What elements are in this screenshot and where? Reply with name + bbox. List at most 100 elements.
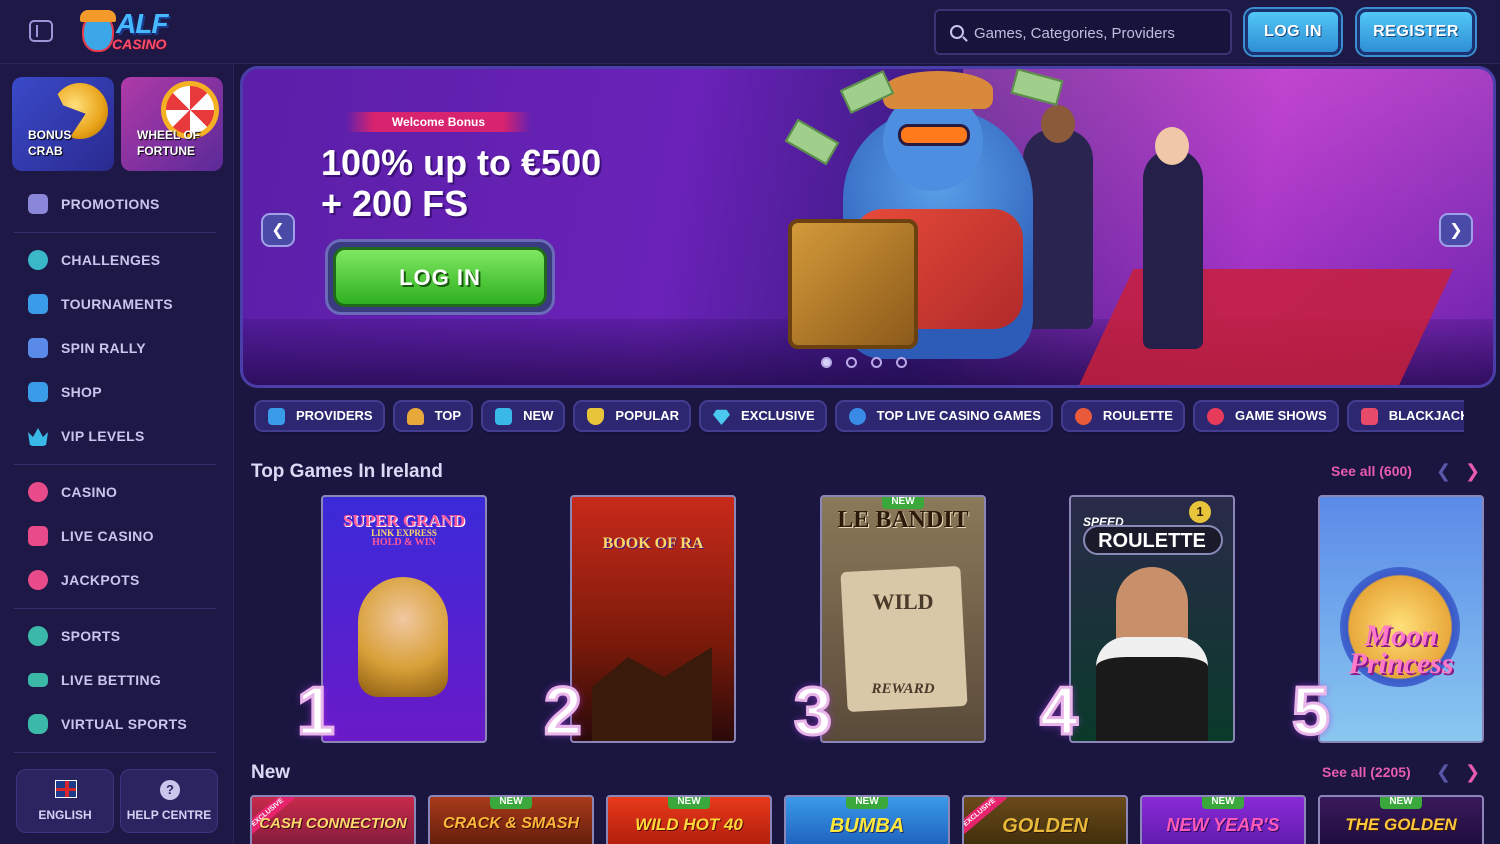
- game-title: BUMBA: [829, 815, 905, 837]
- help-centre-button[interactable]: ? HELP CENTRE: [120, 769, 218, 833]
- game-card[interactable]: SPEED 1 ROULETTE: [1069, 495, 1235, 743]
- sidebar-item-live-betting[interactable]: LIVE BETTING: [28, 668, 218, 692]
- sidebar-item-challenges[interactable]: CHALLENGES: [28, 248, 218, 272]
- game-card[interactable]: NEW WILD HOT 40: [606, 795, 772, 844]
- roulette-icon: [1074, 408, 1092, 425]
- sidebar-item-vip-levels[interactable]: VIP LEVELS: [28, 424, 218, 448]
- wheel-of-fortune-tile[interactable]: WHEEL OF FORTUNE: [121, 77, 223, 171]
- game-card[interactable]: EXCLUSIVE GOLDEN: [962, 795, 1128, 844]
- category-popular[interactable]: POPULAR: [573, 400, 691, 432]
- agent-head: [1041, 105, 1075, 143]
- game-title: LE BANDIT: [837, 507, 969, 533]
- divider: [14, 464, 216, 465]
- banner-prev-arrow-icon[interactable]: ❮: [261, 213, 295, 247]
- game-card[interactable]: Moon Princess: [1318, 495, 1484, 743]
- new-badge: NEW: [1380, 797, 1422, 809]
- top-bar: ALF CASINO LOG IN REGISTER: [0, 0, 1500, 64]
- rank-number: 5: [1291, 672, 1332, 751]
- category-label: EXCLUSIVE: [740, 408, 815, 423]
- top-games-prev-arrow-icon[interactable]: ❮: [1436, 461, 1451, 482]
- sidebar-item-spin-rally[interactable]: SPIN RALLY: [28, 336, 218, 360]
- agent-figure: [1023, 129, 1093, 329]
- character-image: [358, 577, 448, 697]
- flag-icon: [28, 338, 48, 358]
- game-card[interactable]: EXCLUSIVE CASH CONNECTION: [250, 795, 416, 844]
- see-all-new-link[interactable]: See all (2205): [1322, 764, 1411, 780]
- game-card[interactable]: NEW THE GOLDEN: [1318, 795, 1484, 844]
- category-providers[interactable]: PROVIDERS: [254, 400, 385, 432]
- diamond-icon: [712, 409, 730, 425]
- game-title: WILD HOT 40: [635, 815, 743, 834]
- game-title: THE GOLDEN: [1345, 815, 1457, 834]
- language-button[interactable]: ENGLISH: [16, 769, 114, 833]
- sidebar-item-label: SPORTS: [61, 628, 121, 644]
- sidebar: BONUS CRAB WHEEL OF FORTUNE PROMOTIONS CHA…: [0, 64, 234, 844]
- category-new[interactable]: NEW: [481, 400, 566, 432]
- headline-line-2: + 200 FS: [321, 183, 469, 224]
- agent-figure: [1143, 149, 1203, 349]
- carousel-dots: [821, 353, 921, 372]
- game-title: GOLDEN: [1002, 815, 1088, 837]
- logo[interactable]: ALF CASINO: [80, 8, 175, 56]
- sidebar-item-live-casino[interactable]: LIVE CASINO: [28, 524, 218, 548]
- category-label: TOP: [434, 408, 462, 423]
- banner-login-button[interactable]: LOG IN: [325, 239, 555, 315]
- gamepad-icon: [28, 714, 48, 734]
- sidebar-item-label: VIP LEVELS: [61, 428, 145, 444]
- search-box[interactable]: [934, 9, 1232, 55]
- register-button[interactable]: REGISTER: [1357, 9, 1475, 55]
- sidebar-item-tournaments[interactable]: TOURNAMENTS: [28, 292, 218, 316]
- agent-head: [1155, 127, 1189, 165]
- category-label: GAME SHOWS: [1234, 408, 1327, 423]
- game-card[interactable]: NEW LE BANDIT WILD REWARD: [820, 495, 986, 743]
- sidebar-item-sports[interactable]: SPORTS: [28, 624, 218, 648]
- sidebar-item-label: PROMOTIONS: [61, 196, 160, 212]
- game-card[interactable]: BOOK OF RA: [570, 495, 736, 743]
- crown-icon: [28, 428, 48, 446]
- sidebar-item-virtual-sports[interactable]: VIRTUAL SPORTS: [28, 712, 218, 736]
- category-exclusive[interactable]: EXCLUSIVE: [698, 400, 827, 432]
- game-card[interactable]: NEW CRACK & SMASH: [428, 795, 594, 844]
- sidebar-item-label: JACKPOTS: [61, 572, 140, 588]
- game-title: NEW YEAR'S: [1166, 815, 1280, 835]
- suitcase-image: [788, 219, 918, 349]
- banner-login-label: LOG IN: [333, 247, 547, 307]
- sidebar-item-jackpots[interactable]: JACKPOTS: [28, 568, 218, 592]
- new-games-prev-arrow-icon[interactable]: ❮: [1436, 762, 1451, 783]
- carousel-dot[interactable]: [896, 357, 907, 368]
- welcome-bonus-tag: Welcome Bonus: [346, 112, 531, 132]
- banknote-image: [784, 118, 840, 166]
- new-games-next-arrow-icon[interactable]: ❯: [1465, 762, 1480, 783]
- category-top-live-casino[interactable]: TOP LIVE CASINO GAMES: [834, 400, 1053, 432]
- divider: [14, 752, 216, 753]
- game-card[interactable]: NEW BUMBA: [784, 795, 950, 844]
- sidebar-item-shop[interactable]: SHOP: [28, 380, 218, 404]
- game-card[interactable]: SUPER GRAND LINK EXPRESS HOLD & WIN: [321, 495, 487, 743]
- carousel-dot[interactable]: [846, 357, 857, 368]
- sidebar-item-promotions[interactable]: PROMOTIONS: [28, 192, 218, 216]
- top-games-next-arrow-icon[interactable]: ❯: [1465, 461, 1480, 482]
- hero-banner[interactable]: Welcome Bonus 100% up to €500 + 200 FS L…: [240, 66, 1496, 388]
- carousel-dot[interactable]: [821, 357, 832, 368]
- banner-headline: 100% up to €500 + 200 FS: [321, 142, 601, 224]
- bonus-crab-tile[interactable]: BONUS CRAB: [12, 77, 114, 171]
- search-input[interactable]: [974, 21, 1224, 45]
- category-roulette[interactable]: ROULETTE: [1060, 400, 1185, 432]
- see-all-top-games-link[interactable]: See all (600): [1331, 463, 1412, 479]
- sidebar-toggle-icon[interactable]: [29, 20, 53, 42]
- headline-line-1: 100% up to €500: [321, 142, 602, 183]
- login-button[interactable]: LOG IN: [1245, 9, 1341, 55]
- category-blackjack[interactable]: BLACKJACK: [1346, 400, 1464, 432]
- divider: [14, 608, 216, 609]
- category-top[interactable]: TOP: [392, 400, 474, 432]
- category-game-shows[interactable]: GAME SHOWS: [1192, 400, 1339, 432]
- section-title-top-games: Top Games In Ireland: [251, 461, 443, 482]
- sidebar-item-casino[interactable]: CASINO: [28, 480, 218, 504]
- game-card[interactable]: NEW NEW YEAR'S: [1140, 795, 1306, 844]
- banner-next-arrow-icon[interactable]: ❯: [1439, 213, 1473, 247]
- sidebar-item-label: CASINO: [61, 484, 118, 500]
- sparkle-icon: [495, 408, 513, 425]
- carousel-dot[interactable]: [871, 357, 882, 368]
- new-badge: NEW: [490, 797, 532, 809]
- rank-number: 1: [296, 672, 337, 751]
